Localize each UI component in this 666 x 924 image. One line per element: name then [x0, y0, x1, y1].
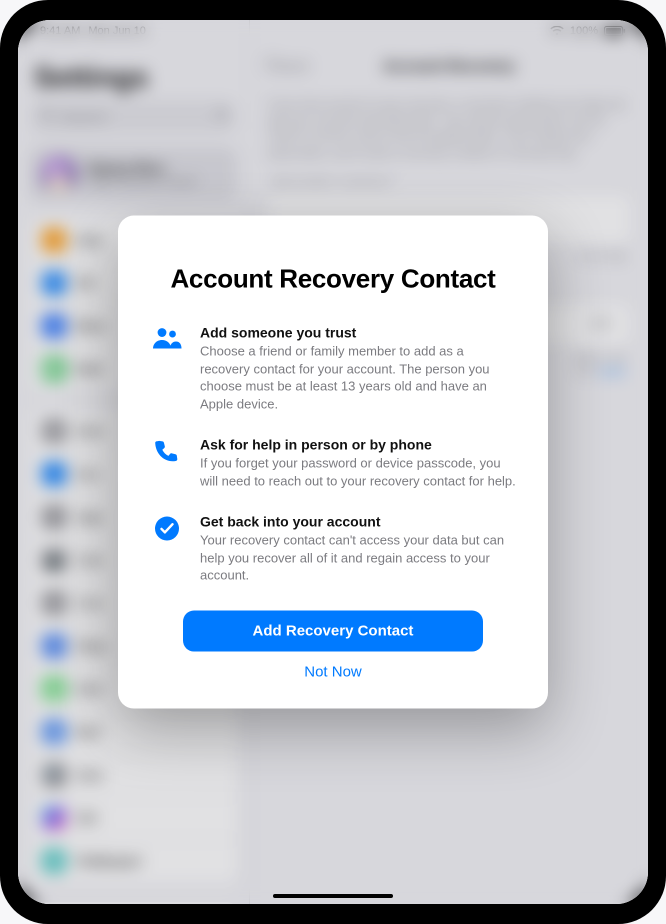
- bullet-desc: If you forget your password or device pa…: [200, 455, 516, 490]
- modal-bullet-check: Get back into your account Your recovery…: [150, 514, 516, 585]
- bullet-desc: Choose a friend or family member to add …: [200, 343, 516, 413]
- checkmark-circle-icon: [150, 514, 184, 585]
- ipad-frame: 9:41 AM Mon Jun 10 100% Settings: [0, 0, 666, 924]
- modal-bullet-trust: Add someone you trust Choose a friend or…: [150, 325, 516, 413]
- bullet-title: Ask for help in person or by phone: [200, 437, 516, 453]
- phone-icon: [150, 437, 184, 490]
- modal-bullet-phone: Ask for help in person or by phone If yo…: [150, 437, 516, 490]
- account-recovery-contact-modal: Account Recovery Contact Add someone you…: [118, 216, 548, 709]
- add-recovery-contact-button[interactable]: Add Recovery Contact: [183, 610, 483, 651]
- bullet-title: Add someone you trust: [200, 325, 516, 341]
- not-now-button[interactable]: Not Now: [150, 651, 516, 684]
- people-icon: [150, 325, 184, 413]
- modal-title: Account Recovery Contact: [150, 264, 516, 295]
- bullet-title: Get back into your account: [200, 514, 516, 530]
- screen: 9:41 AM Mon Jun 10 100% Settings: [18, 20, 648, 904]
- bullet-desc: Your recovery contact can't access your …: [200, 532, 516, 585]
- home-indicator[interactable]: [273, 894, 393, 898]
